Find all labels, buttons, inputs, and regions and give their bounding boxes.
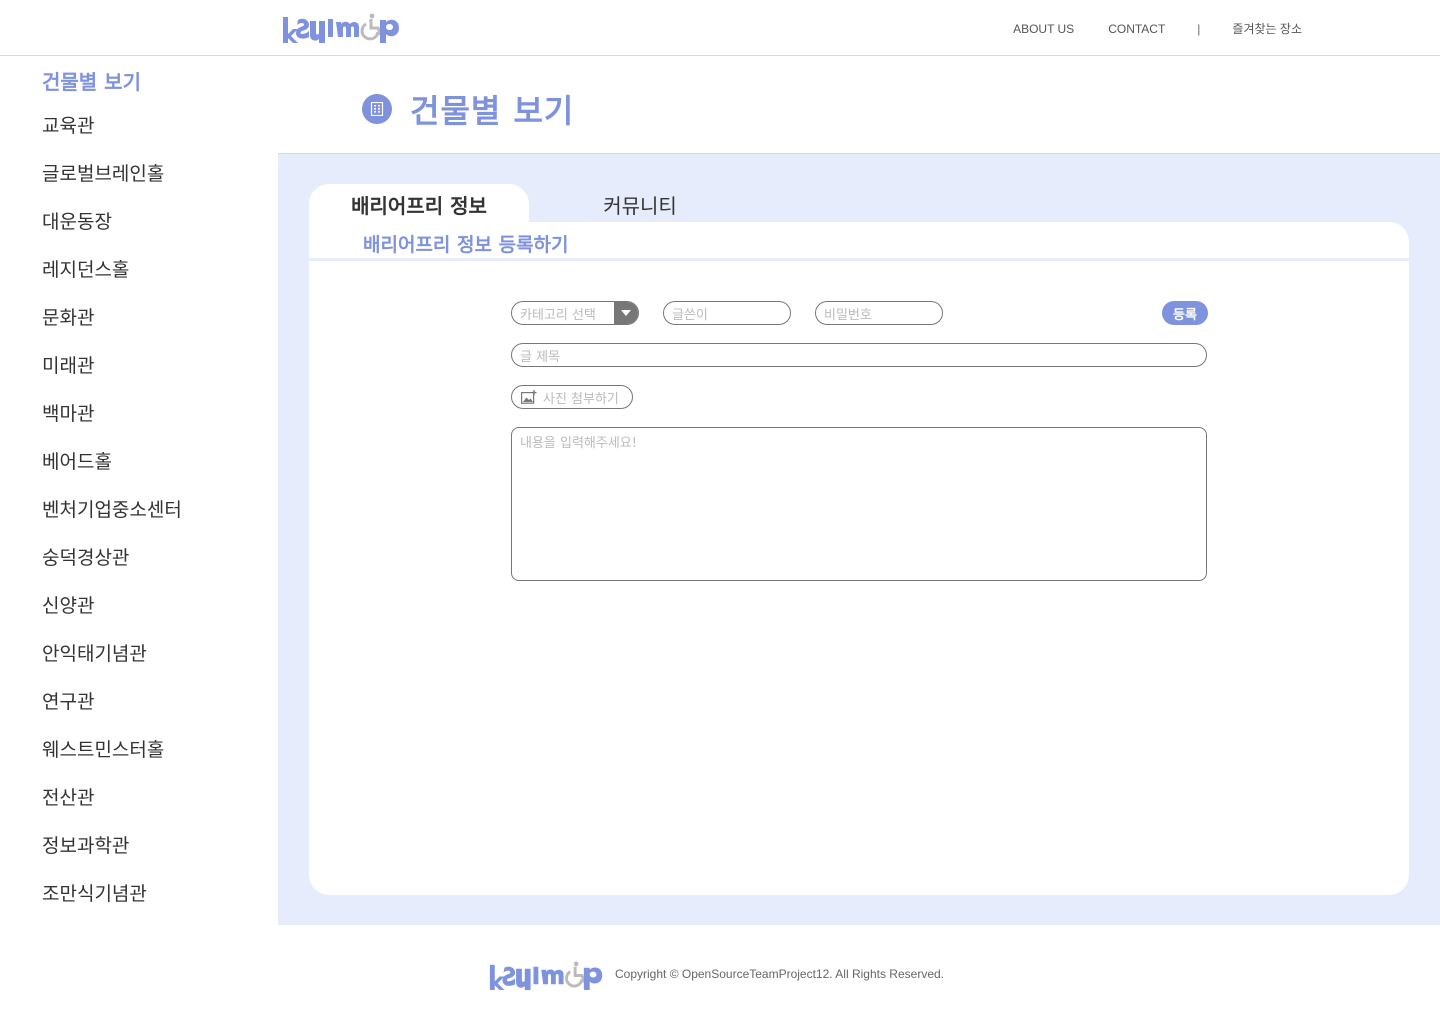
sidebar-item[interactable]: 안익태기념관 bbox=[42, 642, 182, 690]
sidebar-item[interactable]: 신양관 bbox=[42, 594, 182, 642]
about-us-link[interactable]: ABOUT US bbox=[1013, 22, 1074, 36]
sidebar-item[interactable]: 문화관 bbox=[42, 306, 182, 354]
category-select[interactable]: 카테고리 선택 bbox=[511, 301, 639, 325]
tab-community[interactable]: 커뮤니티 bbox=[530, 184, 750, 224]
chevron-down-icon[interactable] bbox=[614, 302, 638, 324]
page-title: 건물별 보기 bbox=[410, 92, 575, 130]
attach-photo-label: 사진 첨부하기 bbox=[543, 391, 619, 407]
top-header: ABOUT US CONTACT | 즐겨찾는 장소 bbox=[0, 0, 1440, 56]
add-image-icon bbox=[521, 390, 537, 404]
password-placeholder: 비밀번호 bbox=[824, 307, 872, 323]
footer-logo bbox=[487, 960, 611, 991]
copyright-text: Copyright © OpenSourceTeamProject12. All… bbox=[615, 967, 944, 981]
sidebar-item[interactable]: 연구관 bbox=[42, 690, 182, 738]
post-title-input[interactable]: 글 제목 bbox=[511, 343, 1207, 367]
attach-photo-button[interactable]: 사진 첨부하기 bbox=[511, 385, 633, 409]
nav-separator: | bbox=[1197, 21, 1201, 36]
writer-input[interactable]: 글쓴이 bbox=[663, 301, 791, 325]
sidebar-item[interactable]: 레지던스홀 bbox=[42, 258, 182, 306]
sidebar-item[interactable]: 백마관 bbox=[42, 402, 182, 450]
top-nav: ABOUT US CONTACT | 즐겨찾는 장소 bbox=[1013, 20, 1302, 37]
sidebar-item[interactable]: 웨스트민스터홀 bbox=[42, 738, 182, 786]
sidebar-item[interactable]: 정보과학관 bbox=[42, 834, 182, 882]
sidebar-title[interactable]: 건물별 보기 bbox=[42, 66, 141, 95]
building-icon bbox=[362, 94, 392, 124]
form-card: 배리어프리 정보 등록하기 카테고리 선택 글쓴이 비밀번호 등록 글 제목 사… bbox=[309, 222, 1409, 895]
sidebar-item[interactable]: 벤처기업중소센터 bbox=[42, 498, 182, 546]
sidebar-item[interactable]: 글로벌브레인홀 bbox=[42, 162, 182, 210]
favorite-places-link[interactable]: 즐겨찾는 장소 bbox=[1232, 20, 1302, 37]
post-title-placeholder: 글 제목 bbox=[520, 349, 561, 365]
writer-placeholder: 글쓴이 bbox=[672, 307, 708, 323]
sidebar-item[interactable]: 숭덕경상관 bbox=[42, 546, 182, 594]
content-textarea[interactable]: 내용을 입력해주세요! bbox=[511, 427, 1207, 581]
contact-link[interactable]: CONTACT bbox=[1108, 22, 1165, 36]
building-list: 교육관 글로벌브레인홀 대운동장 레지던스홀 문화관 미래관 백마관 베어드홀 … bbox=[42, 114, 182, 930]
divider bbox=[309, 258, 1409, 261]
password-input[interactable]: 비밀번호 bbox=[815, 301, 943, 325]
register-button[interactable]: 등록 bbox=[1162, 301, 1208, 325]
sidebar-item[interactable]: 전산관 bbox=[42, 786, 182, 834]
page-header: 건물별 보기 bbox=[362, 86, 574, 132]
sidebar-item[interactable]: 미래관 bbox=[42, 354, 182, 402]
sidebar-item[interactable]: 교육관 bbox=[42, 114, 182, 162]
tab-barrier-free-info[interactable]: 배리어프리 정보 bbox=[309, 184, 529, 224]
sidebar-item[interactable]: 베어드홀 bbox=[42, 450, 182, 498]
sidebar-item[interactable]: 대운동장 bbox=[42, 210, 182, 258]
form-heading: 배리어프리 정보 등록하기 bbox=[363, 234, 569, 256]
category-placeholder: 카테고리 선택 bbox=[520, 307, 596, 323]
content-placeholder: 내용을 입력해주세요! bbox=[520, 436, 637, 451]
site-logo[interactable] bbox=[281, 12, 407, 44]
sidebar-item[interactable]: 조만식기념관 bbox=[42, 882, 182, 930]
